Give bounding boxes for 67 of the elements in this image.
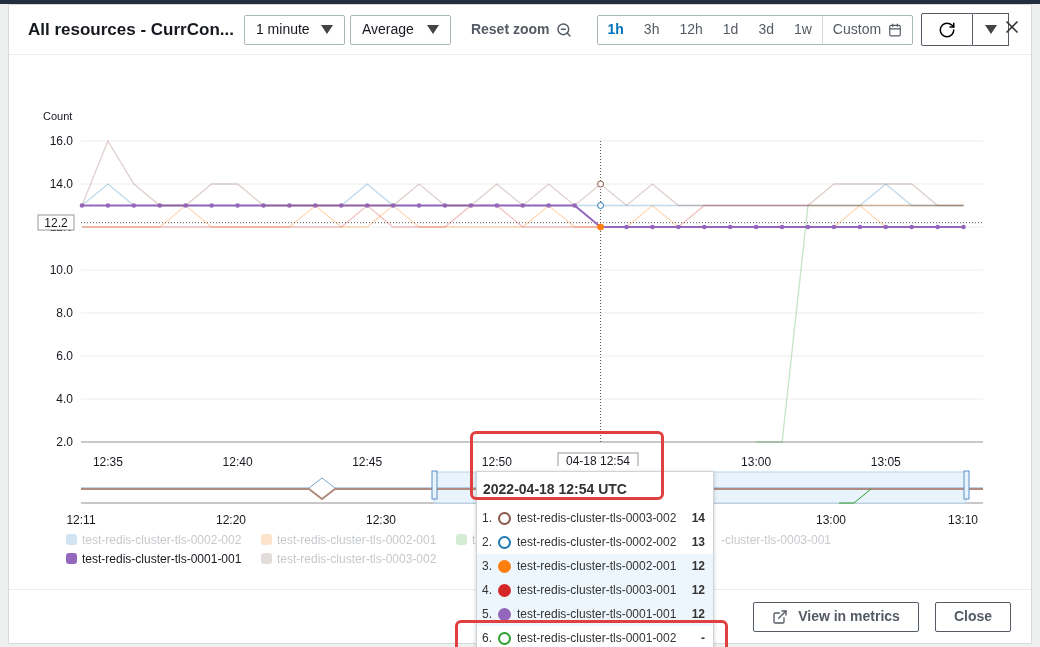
series-value: 12: [691, 558, 705, 575]
range-handle[interactable]: [963, 470, 970, 500]
series-name: test-redis-cluster-tls-0001-001: [517, 606, 678, 623]
axis-tick-label: 14.0: [49, 177, 73, 191]
axis-tick-label: 6.0: [56, 349, 73, 363]
time-range-tab[interactable]: 3h: [633, 15, 670, 44]
dialog-title: All resources - CurrCon...: [28, 18, 234, 41]
axis-tick-label: 13:00: [816, 513, 846, 526]
axis-tick-label: 13:00: [741, 455, 772, 466]
row-number: 2.: [482, 534, 493, 551]
range-handle[interactable]: [431, 470, 438, 500]
reset-zoom-button[interactable]: Reset zoom: [470, 19, 572, 40]
axis-tick-label: 16.0: [49, 134, 73, 148]
axis-tick-label: 12:20: [216, 513, 246, 526]
caret-icon: [426, 25, 439, 34]
row-number: 5.: [482, 606, 493, 623]
data-point-marker: [597, 180, 605, 188]
refresh-icon: [938, 20, 957, 39]
axis-tick-label: 12:11: [66, 513, 96, 526]
external-link-icon: [772, 608, 789, 625]
time-range-tab[interactable]: Custom: [821, 15, 913, 44]
series-value: -: [701, 630, 705, 647]
time-range-tab[interactable]: 12h: [669, 15, 713, 44]
series-name: test-redis-cluster-tls-0003-002: [517, 510, 678, 527]
row-number: 1.: [482, 510, 493, 527]
time-range-tab[interactable]: 1h: [597, 15, 634, 44]
row-number: 6.: [482, 630, 493, 647]
series-value: 12: [691, 582, 705, 599]
close-button[interactable]: Close: [934, 601, 1011, 632]
axis-tick-label: 12:45: [352, 455, 383, 466]
data-point-marker: [597, 223, 605, 231]
row-number: 3.: [482, 558, 493, 575]
axis-tick-label: 8.0: [56, 306, 73, 320]
time-range-tab[interactable]: 1d: [712, 15, 749, 44]
tooltip-title: 2022-04-18 12:54 UTC: [482, 479, 628, 499]
time-range-tab[interactable]: 3d: [748, 15, 784, 44]
caret-icon: [984, 25, 997, 34]
period-select[interactable]: 1 minute: [243, 14, 345, 45]
calendar-icon: [888, 22, 903, 37]
series-value: 12: [691, 606, 705, 623]
series-value: 13: [691, 534, 705, 551]
axis-label: Count: [43, 110, 73, 122]
data-point-marker: [597, 202, 605, 209]
refresh-options-button[interactable]: [973, 13, 1010, 46]
series-name: test-redis-cluster-tls-0002-002: [517, 534, 678, 551]
time-range-tab[interactable]: 1w: [783, 15, 822, 44]
caret-icon: [320, 25, 333, 34]
row-number: 4.: [482, 582, 493, 599]
series-name: test-redis-cluster-tls-0001-002: [517, 630, 678, 647]
axis-tick-label: 12:35: [92, 455, 123, 466]
axis-tick-label: 12:50: [481, 455, 512, 466]
series-value: 14: [691, 510, 705, 527]
series-name: test-redis-cluster-tls-0002-001: [517, 558, 678, 575]
axis-tick-label: 10.0: [49, 263, 73, 277]
refresh-button[interactable]: [921, 13, 974, 46]
axis-tick-label: 12:40: [222, 455, 253, 466]
axis-tick-label: 13:10: [948, 513, 978, 526]
zoom-out-icon: [555, 21, 572, 38]
series-name: test-redis-cluster-tls-0003-001: [517, 582, 678, 599]
axis-tick-label: 4.0: [56, 392, 73, 406]
legend-label[interactable]: test-redis-cluster-tls-0001-001: [82, 549, 242, 568]
view-in-metrics-button[interactable]: View in metrics: [753, 601, 919, 632]
axis-tick-label: 13:05: [870, 455, 901, 466]
statistic-select[interactable]: Average: [349, 14, 451, 45]
axis-tick-label: 2.0: [56, 435, 73, 449]
axis-tick-label: 12:30: [366, 513, 396, 526]
crosshair-time-label: 04-18 12:54: [557, 452, 639, 466]
